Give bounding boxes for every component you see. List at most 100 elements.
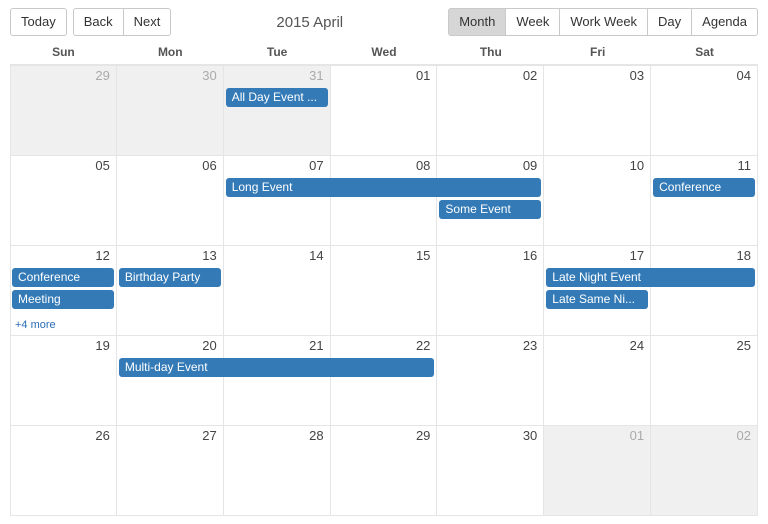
day-cell[interactable]: 25: [651, 336, 758, 426]
day-cell[interactable]: 26: [10, 426, 117, 516]
calendar-event[interactable]: Some Event: [439, 200, 541, 219]
day-cell[interactable]: 08: [331, 156, 438, 246]
day-number: 25: [737, 338, 751, 353]
day-cell[interactable]: 30: [437, 426, 544, 516]
day-cell[interactable]: 02: [651, 426, 758, 516]
day-cell[interactable]: 22: [331, 336, 438, 426]
day-cell[interactable]: 05: [10, 156, 117, 246]
day-number: 02: [523, 68, 537, 83]
day-number: 23: [523, 338, 537, 353]
calendar-event[interactable]: Conference: [653, 178, 755, 197]
day-number: 05: [95, 158, 109, 173]
day-number: 01: [416, 68, 430, 83]
day-cell[interactable]: 30: [117, 66, 224, 156]
day-number: 13: [202, 248, 216, 263]
day-cell[interactable]: 02: [437, 66, 544, 156]
day-number: 12: [95, 248, 109, 263]
day-number: 10: [630, 158, 644, 173]
day-cell[interactable]: 19: [10, 336, 117, 426]
calendar-event[interactable]: Long Event: [226, 178, 542, 197]
day-cell[interactable]: 29: [10, 66, 117, 156]
day-cell[interactable]: 01: [544, 426, 651, 516]
next-button[interactable]: Next: [123, 8, 172, 36]
weekday-header: Wed: [331, 42, 438, 64]
day-number: 26: [95, 428, 109, 443]
day-cell[interactable]: 27: [117, 426, 224, 516]
back-button[interactable]: Back: [73, 8, 124, 36]
day-cell[interactable]: 15: [331, 246, 438, 336]
weekday-header: Mon: [117, 42, 224, 64]
day-cell[interactable]: 03: [544, 66, 651, 156]
month-grid: 29 30 31 01 02 03 04 05 06 07 08 09 10 11 12 +4 more 13 1…: [10, 65, 758, 516]
weekday-header: Sat: [651, 42, 758, 64]
day-number: 24: [630, 338, 644, 353]
calendar-event[interactable]: Multi-day Event: [119, 358, 435, 377]
day-cell[interactable]: 23: [437, 336, 544, 426]
day-cell[interactable]: 06: [117, 156, 224, 246]
day-number: 30: [523, 428, 537, 443]
day-number: 11: [737, 158, 751, 173]
day-cell[interactable]: 07: [224, 156, 331, 246]
view-month-button[interactable]: Month: [448, 8, 506, 36]
day-number: 06: [202, 158, 216, 173]
calendar-toolbar: Today Back Next 2015 April MonthWeekWork…: [0, 0, 768, 42]
day-cell[interactable]: 01: [331, 66, 438, 156]
view-work-week-button[interactable]: Work Week: [559, 8, 648, 36]
day-cell[interactable]: 31: [224, 66, 331, 156]
calendar: SunMonTueWedThuFriSat 29 30 31 01 02 03 04 05 06…: [0, 42, 768, 524]
day-number: 22: [416, 338, 430, 353]
day-number: 30: [202, 68, 216, 83]
day-number: 20: [202, 338, 216, 353]
day-number: 03: [630, 68, 644, 83]
day-number: 04: [737, 68, 751, 83]
calendar-event[interactable]: Meeting: [12, 290, 114, 309]
day-number: 29: [416, 428, 430, 443]
day-number: 16: [523, 248, 537, 263]
day-number: 28: [309, 428, 323, 443]
day-cell[interactable]: 28: [224, 426, 331, 516]
day-cell[interactable]: 20: [117, 336, 224, 426]
day-number: 27: [202, 428, 216, 443]
day-cell[interactable]: 14: [224, 246, 331, 336]
view-week-button[interactable]: Week: [505, 8, 560, 36]
view-agenda-button[interactable]: Agenda: [691, 8, 758, 36]
day-cell[interactable]: 11: [651, 156, 758, 246]
view-day-button[interactable]: Day: [647, 8, 692, 36]
day-cell[interactable]: 10: [544, 156, 651, 246]
calendar-event[interactable]: Late Same Ni...: [546, 290, 648, 309]
day-number: 07: [309, 158, 323, 173]
day-number: 18: [737, 248, 751, 263]
day-number: 02: [737, 428, 751, 443]
day-number: 08: [416, 158, 430, 173]
day-cell[interactable]: 18: [651, 246, 758, 336]
calendar-event[interactable]: Late Night Event: [546, 268, 755, 287]
day-cell[interactable]: 29: [331, 426, 438, 516]
day-number: 19: [95, 338, 109, 353]
day-number: 14: [309, 248, 323, 263]
day-cell[interactable]: 16: [437, 246, 544, 336]
day-cell[interactable]: 04: [651, 66, 758, 156]
day-number: 29: [95, 68, 109, 83]
weekday-header-row: SunMonTueWedThuFriSat: [10, 42, 758, 65]
weekday-header: Sun: [10, 42, 117, 64]
view-switcher: MonthWeekWork WeekDayAgenda: [448, 8, 758, 36]
calendar-event[interactable]: All Day Event ...: [226, 88, 328, 107]
calendar-title: 2015 April: [177, 14, 442, 31]
today-button[interactable]: Today: [10, 8, 67, 36]
day-cell[interactable]: 24: [544, 336, 651, 426]
day-cell[interactable]: 21: [224, 336, 331, 426]
weekday-header: Fri: [544, 42, 651, 64]
day-cell[interactable]: 13: [117, 246, 224, 336]
day-number: 01: [630, 428, 644, 443]
day-number: 21: [309, 338, 323, 353]
weekday-header: Thu: [437, 42, 544, 64]
calendar-event[interactable]: Conference: [12, 268, 114, 287]
weekday-header: Tue: [224, 42, 331, 64]
day-number: 31: [309, 68, 323, 83]
day-number: 09: [523, 158, 537, 173]
calendar-event[interactable]: Birthday Party: [119, 268, 221, 287]
day-number: 15: [416, 248, 430, 263]
nav-group: Back Next: [73, 8, 172, 36]
more-events-link[interactable]: +4 more: [15, 319, 56, 331]
day-number: 17: [630, 248, 644, 263]
